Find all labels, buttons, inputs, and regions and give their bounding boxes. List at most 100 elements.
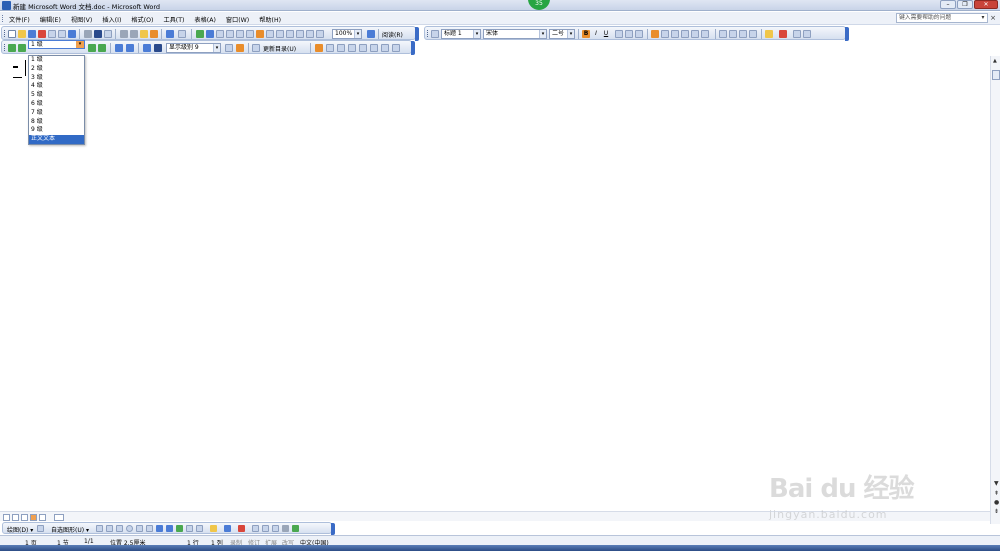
align-right-icon[interactable] [671, 30, 679, 38]
outline-level-option[interactable]: 正文文本 [29, 135, 84, 144]
textbox-icon[interactable] [136, 525, 143, 532]
mark-icon[interactable] [296, 30, 304, 38]
chevron-down-icon[interactable]: ▾ [979, 14, 987, 22]
menu-grip-icon[interactable] [2, 15, 4, 22]
brush-icon[interactable] [150, 30, 158, 38]
zoom-select[interactable]: 100% ▾ [332, 29, 362, 39]
align-justify-icon[interactable] [651, 30, 659, 38]
move-up-icon[interactable] [115, 44, 123, 52]
promote-icon[interactable] [18, 44, 26, 52]
outline-level-option[interactable]: 6 级 [29, 100, 84, 109]
cut-icon[interactable] [94, 30, 102, 38]
outline-level-option[interactable]: 4 级 [29, 82, 84, 91]
help-circle-icon[interactable] [803, 30, 811, 38]
create-subdoc-icon[interactable] [337, 44, 345, 52]
outline-symbol-icon[interactable] [13, 66, 18, 68]
normal-view-icon[interactable] [3, 514, 10, 521]
print-view-icon[interactable] [21, 514, 28, 521]
reading-view-icon[interactable] [39, 514, 46, 521]
toolbar-grip-icon[interactable] [4, 30, 6, 37]
web-view-icon[interactable] [12, 514, 19, 521]
chevron-down-icon[interactable]: ▾ [213, 44, 220, 52]
copy-format-icon[interactable] [286, 30, 294, 38]
toolbar-grip-icon[interactable] [427, 30, 429, 37]
rectangle-icon[interactable] [116, 525, 123, 532]
permission-icon[interactable] [38, 30, 46, 38]
outline-level-option[interactable]: 7 级 [29, 109, 84, 118]
shadow-icon[interactable] [282, 525, 289, 532]
copy-icon[interactable] [104, 30, 112, 38]
close-document-button[interactable]: × [990, 14, 996, 22]
expand-icon[interactable] [143, 44, 151, 52]
vertical-textbox-icon[interactable] [146, 525, 153, 532]
char-shading-icon[interactable] [625, 30, 633, 38]
move-down-icon[interactable] [126, 44, 134, 52]
collapse-icon[interactable] [154, 44, 162, 52]
menu-item[interactable]: 插入(I) [102, 15, 121, 24]
paragraph-icon[interactable] [276, 30, 284, 38]
insert-picture-icon[interactable] [196, 525, 203, 532]
remove-subdoc-icon[interactable] [348, 44, 356, 52]
menu-item[interactable]: 格式(O) [131, 15, 153, 24]
font-color-icon[interactable] [238, 525, 245, 532]
arrow-style-icon[interactable] [272, 525, 279, 532]
chevron-down-icon[interactable]: ▾ [567, 30, 574, 38]
toolbar-options-icon[interactable] [415, 27, 419, 41]
clipart-icon[interactable] [176, 525, 183, 532]
fill-color-icon[interactable] [210, 525, 217, 532]
distribute-icon[interactable] [681, 30, 689, 38]
line-color-icon[interactable] [224, 525, 231, 532]
italic-button[interactable]: I [592, 30, 600, 38]
read-mode-button[interactable]: 阅读(R) [382, 30, 403, 39]
show-hide-icon[interactable] [266, 30, 274, 38]
paste-icon[interactable] [120, 30, 128, 38]
browse-object-icon[interactable]: ● [994, 499, 999, 506]
chevron-down-icon[interactable]: ▾ [539, 30, 546, 38]
diagram-icon[interactable] [166, 525, 173, 532]
bullets-icon[interactable] [729, 30, 737, 38]
show-level-select[interactable]: 显示级别 9 ▾ [166, 43, 221, 53]
demote-to-body-icon[interactable] [98, 44, 106, 52]
char-scale-icon[interactable] [635, 30, 643, 38]
chevron-down-icon[interactable]: ▾ [473, 30, 480, 38]
promote-to-heading-icon[interactable] [8, 44, 16, 52]
redo-icon[interactable] [178, 30, 186, 38]
document-map-icon[interactable] [256, 30, 264, 38]
outline-level-option[interactable]: 2 级 [29, 65, 84, 74]
line-style-icon[interactable] [252, 525, 259, 532]
3d-icon[interactable] [292, 525, 299, 532]
wordart-icon[interactable] [156, 525, 163, 532]
collapse-subdocs-icon[interactable] [326, 44, 334, 52]
outline-icon[interactable] [306, 30, 314, 38]
align-center-icon[interactable] [661, 30, 669, 38]
research-icon[interactable] [84, 30, 92, 38]
outline-level-option[interactable]: 1 级 [29, 56, 84, 65]
first-line-only-icon[interactable] [225, 44, 233, 52]
update-toc-icon[interactable] [252, 44, 260, 52]
toolbar-options-icon[interactable] [411, 41, 415, 55]
drawing-icon[interactable] [246, 30, 254, 38]
autoshapes-button[interactable]: 自选图形(U) ▾ [51, 525, 89, 534]
style-select[interactable]: 标题 1 ▾ [441, 29, 481, 39]
word-app-icon[interactable] [2, 1, 11, 10]
scroll-up-icon[interactable]: ▲ [993, 58, 997, 64]
line-icon[interactable] [96, 525, 103, 532]
dash-style-icon[interactable] [262, 525, 269, 532]
save-icon[interactable] [28, 30, 36, 38]
restore-button[interactable]: ❐ [957, 0, 973, 9]
previous-page-icon[interactable]: ⇞ [994, 490, 999, 497]
new-document-icon[interactable] [8, 30, 16, 38]
notification-badge[interactable]: 35 [528, 0, 550, 10]
insert-table-icon[interactable] [216, 30, 224, 38]
outline-level-select[interactable]: 1 级 ▾ [28, 40, 85, 49]
outline-level-option[interactable]: 9 级 [29, 126, 84, 135]
toolbar-options-icon[interactable] [845, 27, 849, 41]
picture-icon[interactable] [186, 525, 193, 532]
chevron-down-icon[interactable]: ▾ [354, 30, 361, 38]
spelling-icon[interactable] [68, 30, 76, 38]
list-icon[interactable] [316, 30, 324, 38]
menu-item[interactable]: 帮助(H) [259, 15, 281, 24]
show-formatting-icon[interactable] [236, 44, 244, 52]
print-preview-icon[interactable] [58, 30, 66, 38]
scroll-thumb[interactable] [992, 70, 1000, 80]
